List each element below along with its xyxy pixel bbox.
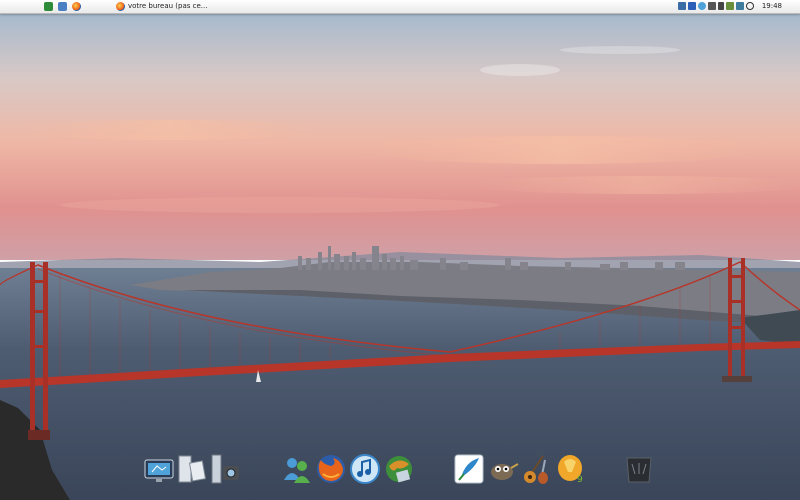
apple-menu-icon[interactable] — [14, 1, 24, 11]
dock-gimp-icon[interactable] — [487, 452, 519, 486]
firefox-icon[interactable] — [72, 2, 81, 11]
dock-fl-studio-icon[interactable]: 9 — [555, 452, 587, 486]
taskbar-item-title: votre bureau (pas ce... — [128, 2, 208, 10]
dock-messenger-icon[interactable] — [281, 452, 313, 486]
explorer-icon[interactable] — [58, 2, 67, 11]
dock-itunes-icon[interactable] — [349, 452, 381, 486]
firefox-icon — [116, 1, 125, 11]
network-icon[interactable] — [677, 2, 686, 10]
top-menu-bar: votre bureau (pas ce... 19:48 — [0, 0, 800, 14]
svg-text:9: 9 — [577, 475, 583, 485]
monitor-icon[interactable] — [707, 2, 716, 10]
dock-display-settings-icon[interactable] — [143, 452, 175, 486]
system-tray: 19:48 — [677, 1, 800, 11]
dock-guitar-pro-icon[interactable] — [521, 452, 553, 486]
dock-gamespy-icon[interactable] — [383, 452, 415, 486]
dock-documents-icon[interactable] — [175, 452, 207, 486]
window-icon[interactable] — [687, 2, 696, 10]
show-desktop-icon[interactable] — [44, 2, 53, 11]
dock-trash-icon[interactable] — [623, 452, 655, 486]
clock[interactable]: 19:48 — [762, 1, 782, 11]
eject-icon[interactable] — [717, 2, 724, 10]
volume-icon[interactable] — [745, 2, 754, 10]
security-icon[interactable] — [725, 2, 734, 10]
globe-icon[interactable] — [697, 2, 706, 10]
grid-icon[interactable] — [735, 2, 744, 10]
desktop-wallpaper — [0, 0, 800, 500]
dock-camera-tools-icon[interactable] — [209, 452, 241, 486]
taskbar-item-firefox-window[interactable]: votre bureau (pas ce... — [116, 1, 207, 11]
dock-firefox-icon[interactable] — [315, 452, 347, 486]
dock-quill-icon[interactable] — [453, 452, 485, 486]
